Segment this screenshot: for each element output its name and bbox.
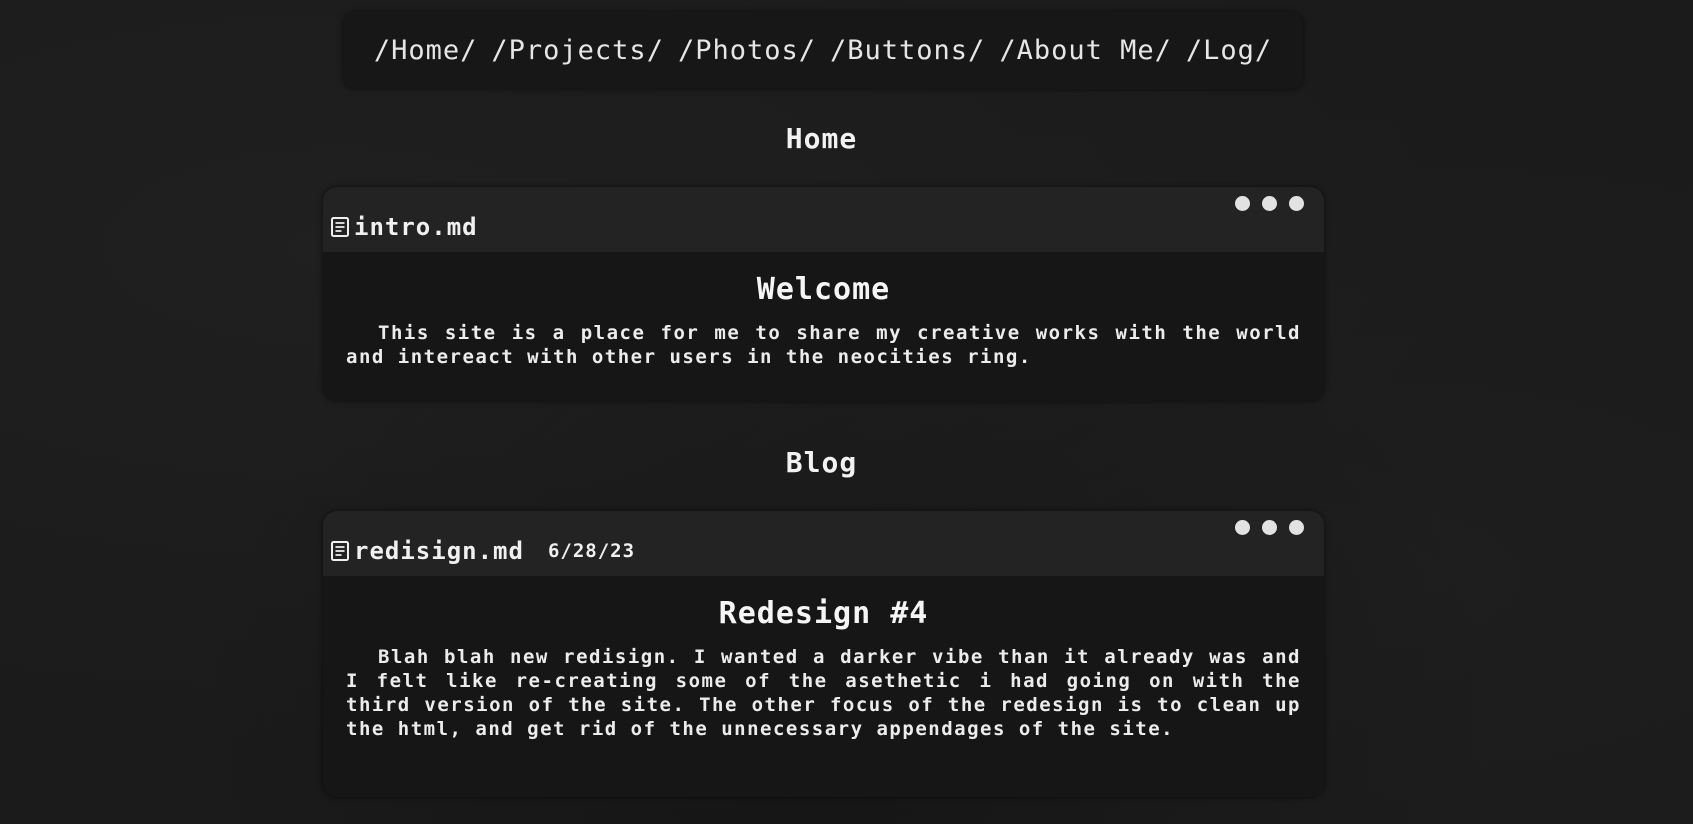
- nav-link-home[interactable]: /Home/: [374, 35, 478, 66]
- blog-file-name: redisign.md: [354, 537, 524, 565]
- window-dot-icon[interactable]: [1262, 196, 1277, 211]
- window-controls: [1235, 520, 1304, 535]
- blog-section-title: Blog: [785, 446, 858, 479]
- intro-heading: Welcome: [756, 272, 891, 307]
- nav-link-buttons[interactable]: /Buttons/: [830, 35, 985, 66]
- blog-post-date: 6/28/23: [547, 540, 636, 562]
- intro-content: Welcome This site is a place for me to s…: [323, 252, 1324, 369]
- window-dot-icon[interactable]: [1289, 196, 1304, 211]
- blog-file-label: redisign.md 6/28/23: [331, 537, 635, 565]
- window-controls: [1235, 196, 1304, 211]
- intro-window: intro.md Welcome This site is a place fo…: [323, 187, 1324, 401]
- nav-link-projects[interactable]: /Projects/: [491, 35, 664, 66]
- nav-link-photos[interactable]: /Photos/: [678, 35, 816, 66]
- document-icon: [331, 541, 349, 561]
- blog-post-window: redisign.md 6/28/23 Redesign #4 Blah bla…: [323, 511, 1324, 797]
- nav-link-log[interactable]: /Log/: [1186, 35, 1272, 66]
- intro-file-label: intro.md: [331, 213, 478, 241]
- nav-link-about-me[interactable]: /About Me/: [999, 35, 1172, 66]
- home-section-title: Home: [785, 122, 858, 155]
- blog-window-titlebar: redisign.md 6/28/23: [323, 511, 1324, 576]
- document-icon: [331, 217, 349, 237]
- intro-paragraph: This site is a place for me to share my …: [346, 322, 1301, 368]
- top-navigation: /Home/ /Projects/ /Photos/ /Buttons/ /Ab…: [343, 12, 1303, 89]
- window-dot-icon[interactable]: [1235, 196, 1250, 211]
- blog-post-paragraph: Blah blah new redisign. I wanted a darke…: [346, 646, 1301, 740]
- intro-window-titlebar: intro.md: [323, 187, 1324, 252]
- blog-post-heading: Redesign #4: [718, 596, 929, 631]
- window-dot-icon[interactable]: [1262, 520, 1277, 535]
- intro-file-name: intro.md: [354, 213, 478, 241]
- blog-content: Redesign #4 Blah blah new redisign. I wa…: [323, 576, 1324, 741]
- window-dot-icon[interactable]: [1235, 520, 1250, 535]
- window-dot-icon[interactable]: [1289, 520, 1304, 535]
